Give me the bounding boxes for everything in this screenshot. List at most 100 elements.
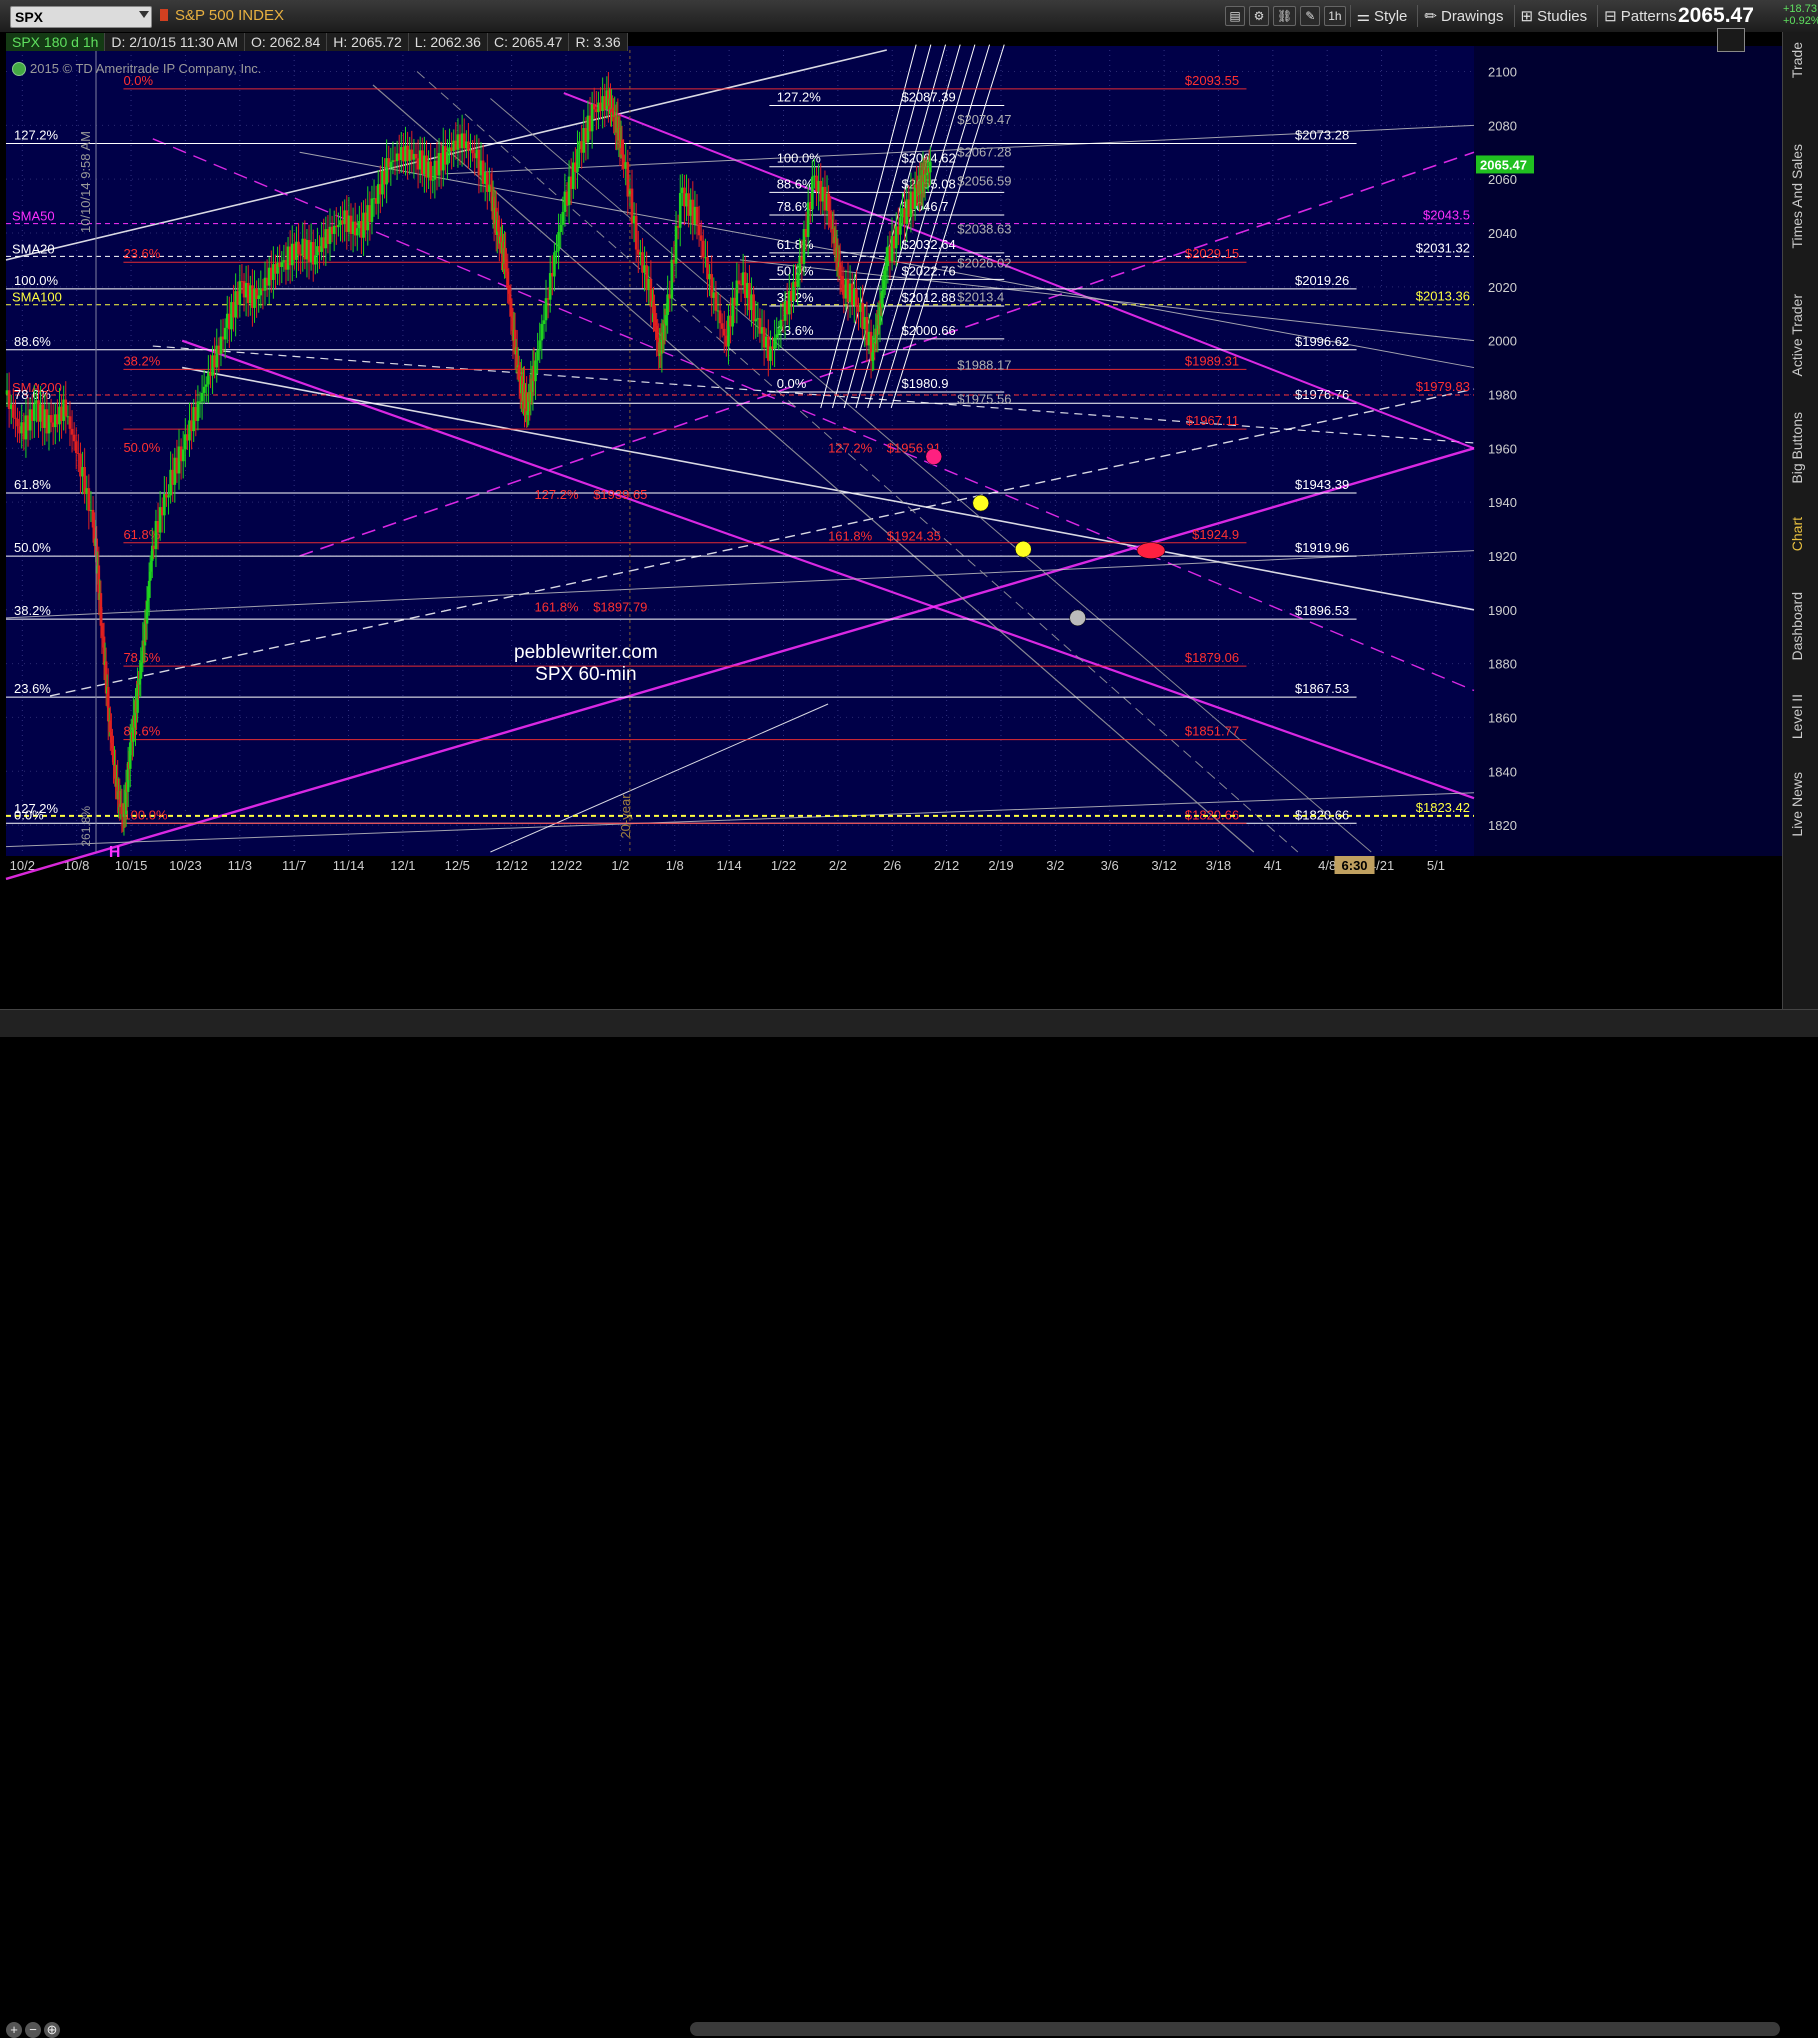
candle-body <box>16 418 19 427</box>
candle-body <box>752 294 755 322</box>
candle-body <box>773 337 776 349</box>
chart-symbol[interactable]: SPX 180 d 1h <box>6 33 106 51</box>
candle-body <box>538 340 542 351</box>
current-price-text: 2065.47 <box>1480 157 1527 172</box>
candle-body <box>14 417 17 419</box>
settings-icon[interactable]: ⚙ <box>1249 6 1269 26</box>
bar-low: L: 2062.36 <box>408 33 488 51</box>
sidebar-level-ii[interactable]: Level II <box>1789 694 1805 739</box>
candle-body <box>297 241 300 254</box>
globe-icon <box>12 62 26 76</box>
ohlc-infobar: SPX 180 d 1h D: 2/10/15 11:30 AM O: 2062… <box>6 33 628 51</box>
cursor-tool-button[interactable] <box>1717 28 1745 52</box>
candle-body <box>181 449 185 462</box>
candle-body <box>557 232 560 251</box>
x-tick-label: 1/2 <box>611 858 629 873</box>
fib-lower-pct: 127.2% <box>828 441 873 456</box>
sidebar-chart[interactable]: Chart <box>1789 517 1805 551</box>
fib-red-label: 38.2% <box>123 353 160 368</box>
price-change-pct: +0.92% <box>1783 15 1818 27</box>
wrench-icon[interactable]: ✎ <box>1300 6 1321 26</box>
plot-background <box>6 46 1474 856</box>
chart-scrollbar[interactable] <box>690 2022 1780 2036</box>
x-tick-label: 3/2 <box>1046 858 1064 873</box>
target-marker <box>1015 540 1032 558</box>
price-change: +18.73 <box>1783 3 1817 15</box>
sidebar-active-trader[interactable]: Active Trader <box>1789 294 1805 376</box>
candle-body <box>735 280 739 306</box>
chart-type-icon[interactable]: ▤ <box>1225 6 1245 26</box>
fib-mid-price: $1980.9 <box>901 376 948 391</box>
fib-left-label: 38.2% <box>14 603 51 618</box>
candle-body <box>913 184 917 209</box>
x-tick-label: 11/14 <box>333 858 365 873</box>
y-tick-label: 1920 <box>1488 549 1517 564</box>
candle-body <box>467 141 470 151</box>
y-tick-label: 2080 <box>1488 118 1517 133</box>
level-label-white: $2019.26 <box>1295 273 1349 288</box>
fib-left-label: 127.2% <box>14 127 59 142</box>
symbol-selector[interactable]: SPX <box>10 6 152 28</box>
patterns-menu[interactable]: ⊟ Patterns <box>1597 5 1682 27</box>
style-menu[interactable]: ⚌ Style <box>1349 5 1414 27</box>
candle-body <box>337 225 340 228</box>
fib-mid-price: $2012.88 <box>901 290 955 305</box>
fib-lower-pct: 161.8% <box>828 528 873 543</box>
link-icon[interactable]: ⛓ <box>1273 6 1297 26</box>
candle-body <box>202 386 206 393</box>
chevron-down-icon <box>139 11 149 18</box>
studies-label: Studies <box>1537 7 1588 25</box>
symbol-text: SPX <box>15 9 44 25</box>
sidebar-live-news[interactable]: Live News <box>1789 772 1805 837</box>
sidebar-trade[interactable]: Trade <box>1789 42 1805 78</box>
drawings-menu[interactable]: ✏ Drawings <box>1417 5 1509 27</box>
candle-body <box>929 161 932 173</box>
candle-body <box>722 328 726 336</box>
level-label-white: $1919.96 <box>1295 540 1349 555</box>
x-tick-label: 3/12 <box>1151 858 1176 873</box>
candle-body <box>200 392 204 402</box>
candle-body <box>70 428 74 435</box>
vertical-fib-label: 261.8% <box>79 806 93 847</box>
x-tick-label: 12/12 <box>495 858 528 873</box>
timeframe-button[interactable]: 1h <box>1324 6 1346 26</box>
candle-body <box>534 360 537 382</box>
patterns-label: Patterns <box>1620 7 1677 25</box>
target-marker <box>1069 609 1086 627</box>
price-chart[interactable]: 10/2 10/8 10/15 10/23 11/3 11/7 11/14 12/1 12/5 1… <box>0 32 1782 1009</box>
copyright: 2015 © TD Ameritrade IP Company, Inc. <box>30 61 262 76</box>
candle-body <box>536 350 539 361</box>
level-label-red: $1820.66 <box>1185 807 1239 822</box>
x-tick-label: 10/23 <box>169 858 202 873</box>
fib-lower-price: $1897.79 <box>593 600 647 615</box>
sidebar-times-and-sales[interactable]: Times And Sales <box>1789 144 1805 249</box>
level-label-white: $1896.53 <box>1295 603 1349 618</box>
candle-body <box>695 206 699 225</box>
candle-body <box>702 240 705 258</box>
x-tick-label: 4/8 <box>1318 858 1336 873</box>
studies-icon: ⊞ <box>1520 8 1534 25</box>
fib-mid-price: $2032.64 <box>901 237 955 252</box>
sma-value-label: $2031.32 <box>1416 240 1470 255</box>
zoom-in-icon[interactable]: + <box>6 2022 22 2038</box>
y-tick-label: 1820 <box>1488 818 1517 833</box>
zoom-controls: + − ⊕ <box>6 2022 60 2038</box>
studies-menu[interactable]: ⊞ Studies <box>1513 5 1594 27</box>
fib-red-label: 88.6% <box>123 724 160 739</box>
pencil-icon: ✏ <box>1424 8 1437 25</box>
sidebar-big-buttons[interactable]: Big Buttons <box>1789 412 1805 484</box>
zoom-fit-icon[interactable]: ⊕ <box>44 2022 60 2038</box>
sma-value-label: $2013.36 <box>1416 289 1470 304</box>
level-label-red: $1989.31 <box>1185 353 1239 368</box>
candle-body <box>196 401 200 421</box>
sma-label: SMA50 <box>12 209 55 224</box>
x-tick-label: 5/1 <box>1427 858 1445 873</box>
x-tick-label: 2/2 <box>829 858 847 873</box>
y-tick-label: 2100 <box>1488 65 1517 80</box>
candle-body <box>64 399 68 417</box>
watermark-title: SPX 60-min <box>535 664 636 685</box>
sidebar-dashboard[interactable]: Dashboard <box>1789 592 1805 661</box>
x-tick-label: 3/6 <box>1101 858 1119 873</box>
zoom-out-icon[interactable]: − <box>25 2022 41 2038</box>
drawings-label: Drawings <box>1440 7 1504 25</box>
